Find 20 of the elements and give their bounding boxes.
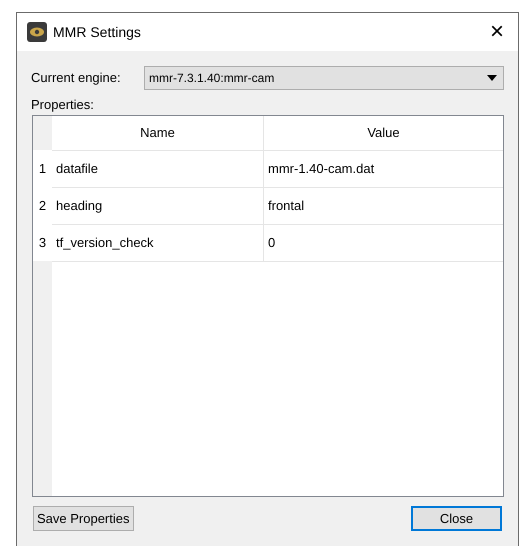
table-cell: datafile [52, 151, 264, 187]
eye-icon [27, 22, 47, 42]
save-properties-button[interactable]: Save Properties [33, 506, 134, 531]
engine-label: Current engine: [31, 69, 122, 88]
dropdown-caret-icon [487, 75, 497, 81]
table-cell: tf_version_check [52, 225, 264, 261]
table-cell-text: frontal [267, 197, 306, 216]
column-header[interactable]: Name [52, 116, 264, 150]
close-dialog-button[interactable]: Close [411, 506, 502, 531]
engine-dropdown[interactable]: mmr-7.3.1.40:mmr-cam [144, 66, 504, 90]
close-button[interactable]: × [482, 17, 512, 47]
row-number: 3 [33, 224, 52, 261]
row-number: 2 [33, 187, 52, 224]
window-title: MMR Settings [53, 22, 141, 42]
table-cell: heading [52, 188, 264, 224]
table-cell-text: mmr-1.40-cam.dat [267, 160, 376, 178]
properties-label: Properties: [30, 96, 94, 114]
table-cell-text: 0 [267, 234, 276, 252]
column-header[interactable]: Value [264, 116, 503, 150]
row-number: 1 [33, 150, 52, 187]
